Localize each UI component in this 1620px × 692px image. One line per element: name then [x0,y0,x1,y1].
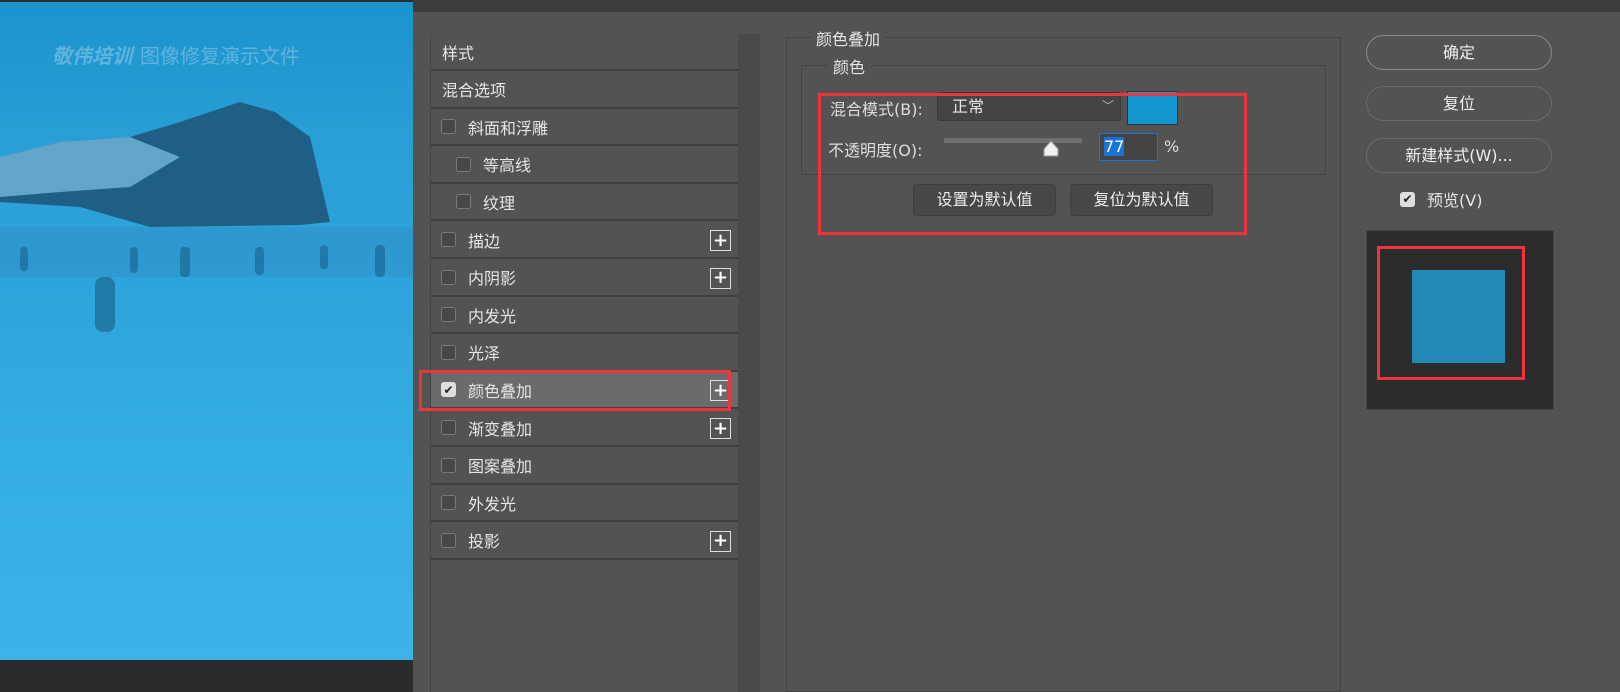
add-icon[interactable]: + [710,418,731,439]
style-item-label: 斜面和浮雕 [468,118,549,138]
style-item-label: 图案叠加 [468,457,533,477]
style-item[interactable]: 图案叠加 [431,447,738,485]
add-icon[interactable]: + [710,267,731,289]
preview-checkbox[interactable]: ✔ 预览(V) [1400,187,1482,211]
style-item-label: 内阴影 [468,269,517,289]
checkbox-icon[interactable] [441,532,456,548]
highlight-box-settings [818,93,1247,235]
style-item[interactable]: 光泽 [431,334,738,372]
checkbox-icon[interactable] [441,119,456,135]
checkbox-icon[interactable] [441,457,456,473]
dialog-titlebar [413,0,1620,12]
style-item[interactable]: 外发光 [431,485,738,523]
check-icon: ✔ [1400,191,1415,207]
watermark: 敬伟培训 图像修复演示文件 [52,40,300,69]
style-item[interactable]: 等高线 [431,146,738,184]
styles-list-scrollbar[interactable] [738,34,760,692]
color-subgroup-title: 颜色 [827,54,872,78]
style-item[interactable]: 描边 + [431,222,738,259]
checkbox-icon[interactable] [441,232,456,247]
checkbox-icon[interactable] [456,156,471,172]
style-item[interactable]: 样式 [431,34,738,71]
style-item[interactable]: 内阴影 + [431,259,738,297]
highlight-box-color-overlay [419,370,731,411]
style-item-label: 渐变叠加 [468,419,533,439]
style-item-label: 光泽 [468,344,501,364]
checkbox-icon[interactable] [441,495,456,511]
style-item-label: 投影 [468,532,501,552]
style-item-label: 混合选项 [442,81,507,101]
checkbox-icon[interactable] [441,269,456,285]
watermark-text: 图像修复演示文件 [140,44,300,68]
style-item-label: 外发光 [468,494,517,514]
checkbox-icon[interactable] [441,420,456,435]
highlight-box-preview [1377,246,1525,380]
style-item-label: 样式 [442,43,475,63]
style-item-label: 纹理 [483,193,516,213]
style-item-label: 内发光 [468,306,517,326]
checkbox-icon[interactable] [456,194,471,210]
add-icon[interactable]: + [710,230,731,251]
watermark-brand: 敬伟培训 [52,44,132,68]
style-item-label: 等高线 [483,156,532,176]
style-item[interactable]: 内发光 [431,297,738,335]
ok-button[interactable]: 确定 [1366,35,1552,70]
style-item[interactable]: 纹理 [431,184,738,222]
style-item[interactable]: 投影 + [431,522,738,560]
style-item[interactable]: 混合选项 [431,71,738,109]
penguin-scene [0,102,413,332]
preview-label: 预览(V) [1427,191,1483,210]
checkbox-icon[interactable] [441,307,456,323]
style-item-label: 描边 [468,231,501,251]
canvas-footer [0,660,413,692]
canvas-image: 敬伟培训 图像修复演示文件 [0,0,413,660]
checkbox-icon[interactable] [441,344,456,360]
add-icon[interactable]: + [710,530,731,552]
styles-list: 样式 混合选项 斜面和浮雕 等高线 纹理 描边 + 内阴影 + 内发光 光泽 ✔ 颜色叠加 + 渐变叠加 + 图… [430,34,738,692]
reset-button[interactable]: 复位 [1366,86,1552,121]
style-item[interactable]: 渐变叠加 + [431,410,738,447]
new-style-button[interactable]: 新建样式(W)... [1366,138,1552,173]
color-overlay-title: 颜色叠加 [812,26,885,50]
style-item[interactable]: 斜面和浮雕 [431,109,738,147]
